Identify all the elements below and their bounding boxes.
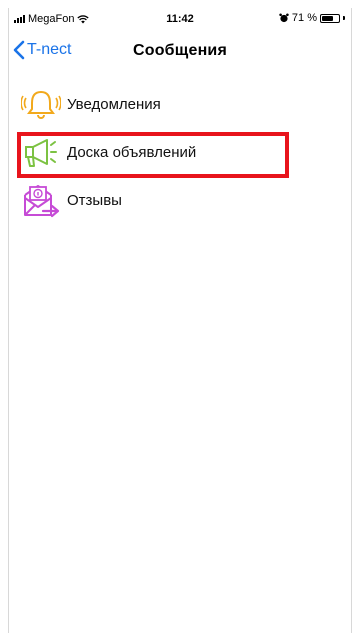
menu-item-reviews[interactable]: Отзывы [9,176,351,224]
status-right: 71 % [279,12,345,24]
battery-percent: 71 % [291,12,317,24]
menu-item-notifications[interactable]: Уведомления [9,80,351,128]
menu-item-label: Доска объявлений [67,143,197,161]
battery-level [322,15,333,21]
menu-item-bulletin-board[interactable]: Доска объявлений [9,128,351,176]
menu-item-label: Отзывы [67,191,122,209]
bell-icon [21,84,61,124]
megaphone-icon [21,132,61,172]
battery-icon [320,13,340,23]
messages-menu: Уведомления Доска объявлений Отзывы [9,80,351,224]
page-title: Сообщения [132,42,228,59]
navigation-bar: T-nect Сообщения [9,30,351,74]
alarm-icon [279,13,289,23]
battery-tip [343,16,345,20]
mail-icon [21,180,61,220]
menu-item-label: Уведомления [67,95,161,113]
status-bar: MegaFon 11:42 71 % [9,8,351,30]
phone-screen: MegaFon 11:42 71 % T-nect Сообщения Увед… [8,8,352,633]
